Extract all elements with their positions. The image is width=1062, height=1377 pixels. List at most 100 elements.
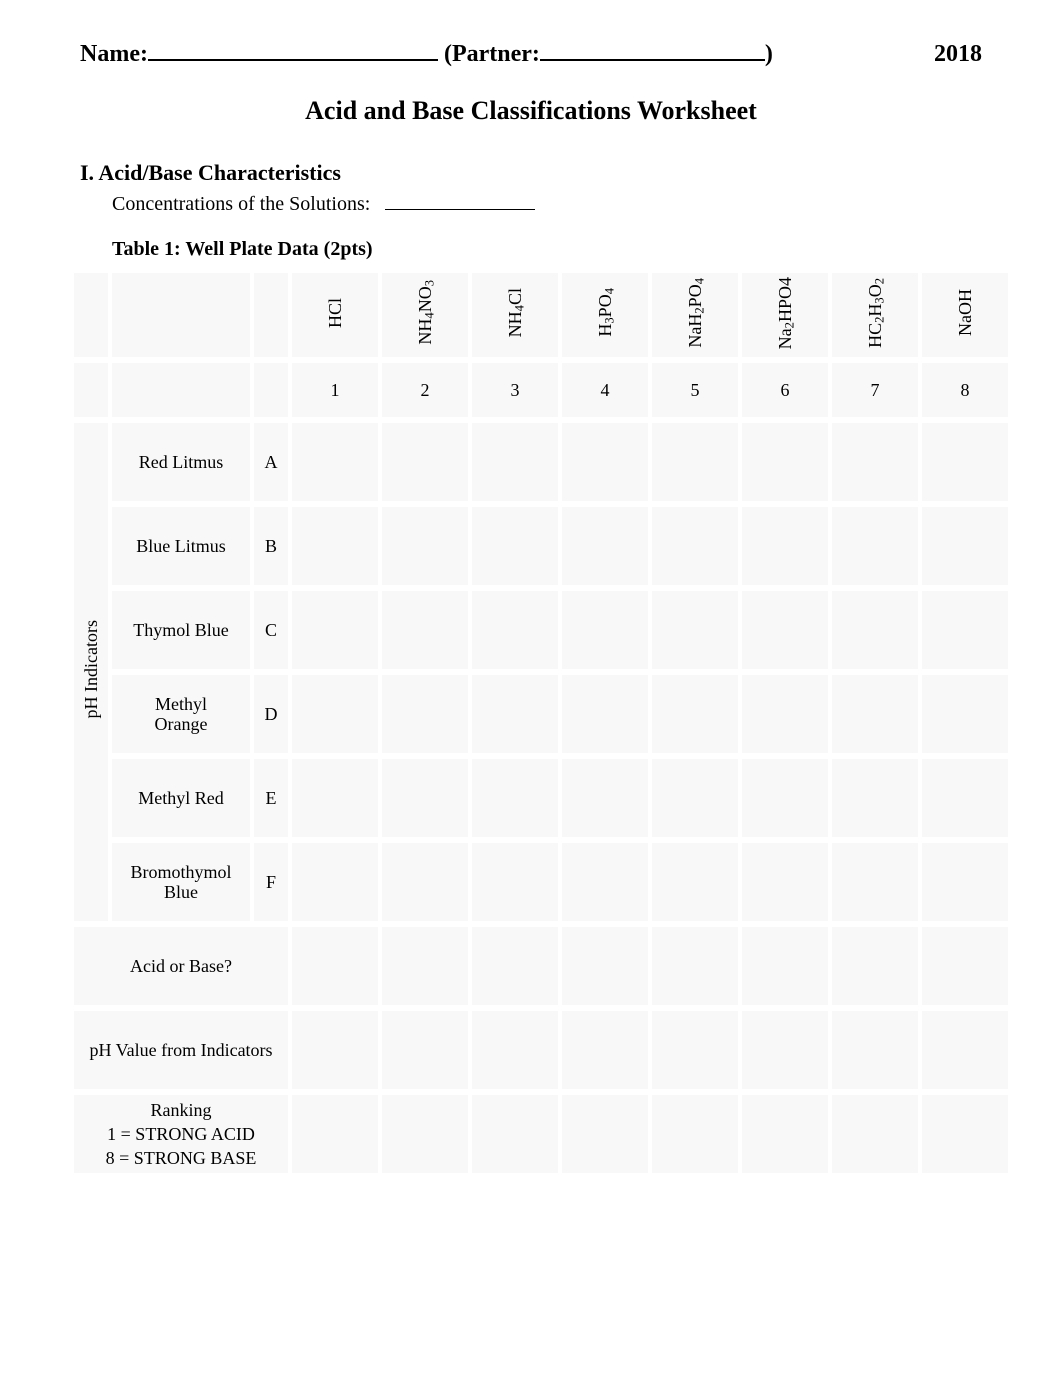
- data-cell[interactable]: [652, 759, 738, 837]
- data-cell[interactable]: [562, 423, 648, 501]
- data-cell[interactable]: [472, 759, 558, 837]
- data-cell[interactable]: [382, 1095, 468, 1173]
- data-cell[interactable]: [382, 927, 468, 1005]
- data-cell[interactable]: [472, 1095, 558, 1173]
- data-cell[interactable]: [292, 591, 378, 669]
- data-cell[interactable]: [472, 675, 558, 753]
- col-header-6: Na2HPO4: [742, 273, 828, 357]
- data-cell[interactable]: [922, 507, 1008, 585]
- indicator-row-label: MethylOrange: [112, 675, 250, 753]
- data-cell[interactable]: [742, 843, 828, 921]
- data-cell[interactable]: [832, 675, 918, 753]
- data-cell[interactable]: [742, 507, 828, 585]
- data-cell[interactable]: [472, 843, 558, 921]
- data-cell[interactable]: [382, 591, 468, 669]
- data-cell[interactable]: [742, 675, 828, 753]
- data-cell[interactable]: [292, 843, 378, 921]
- col-num-6: 6: [742, 363, 828, 417]
- indicator-row-letter: C: [254, 591, 288, 669]
- data-cell[interactable]: [292, 507, 378, 585]
- data-cell[interactable]: [292, 1095, 378, 1173]
- data-cell[interactable]: [562, 675, 648, 753]
- blank-cell: [74, 273, 108, 357]
- data-cell[interactable]: [922, 927, 1008, 1005]
- col-num-4: 4: [562, 363, 648, 417]
- data-cell[interactable]: [472, 927, 558, 1005]
- data-cell[interactable]: [922, 591, 1008, 669]
- indicator-row-letter: F: [254, 843, 288, 921]
- data-cell[interactable]: [652, 927, 738, 1005]
- data-cell[interactable]: [382, 759, 468, 837]
- data-cell[interactable]: [832, 591, 918, 669]
- concentrations-blank[interactable]: [385, 188, 535, 210]
- indicator-row-letter: A: [254, 423, 288, 501]
- data-cell[interactable]: [382, 843, 468, 921]
- partner-label: (Partner:: [444, 41, 540, 68]
- data-cell[interactable]: [652, 675, 738, 753]
- name-label: Name:: [80, 41, 148, 68]
- data-cell[interactable]: [832, 759, 918, 837]
- col-header-5: NaH2PO4: [652, 273, 738, 357]
- data-cell[interactable]: [562, 507, 648, 585]
- data-cell[interactable]: [562, 1095, 648, 1173]
- data-cell[interactable]: [742, 759, 828, 837]
- data-cell[interactable]: [742, 1095, 828, 1173]
- data-cell[interactable]: [382, 423, 468, 501]
- partner-blank[interactable]: [540, 34, 765, 61]
- ranking-row-label: Ranking 1 = STRONG ACID 8 = STRONG BASE: [74, 1095, 288, 1173]
- col-header-7: HC2H3O2: [832, 273, 918, 357]
- data-cell[interactable]: [742, 927, 828, 1005]
- year: 2018: [874, 41, 982, 68]
- col-num-3: 3: [472, 363, 558, 417]
- data-cell[interactable]: [832, 1095, 918, 1173]
- data-cell[interactable]: [922, 759, 1008, 837]
- data-cell[interactable]: [652, 423, 738, 501]
- data-cell[interactable]: [832, 507, 918, 585]
- well-plate-table: HCl NH4NO3 NH4Cl H3PO4 NaH2PO4 Na2HPO4 H…: [70, 267, 1012, 1179]
- data-cell[interactable]: [292, 675, 378, 753]
- data-cell[interactable]: [472, 591, 558, 669]
- data-cell[interactable]: [652, 1095, 738, 1173]
- indicator-row-label: Blue Litmus: [112, 507, 250, 585]
- col-num-2: 2: [382, 363, 468, 417]
- name-blank[interactable]: [148, 34, 438, 61]
- data-cell[interactable]: [382, 507, 468, 585]
- data-cell[interactable]: [562, 927, 648, 1005]
- blank-cell: [254, 363, 288, 417]
- data-cell[interactable]: [382, 1011, 468, 1089]
- data-cell[interactable]: [472, 423, 558, 501]
- data-cell[interactable]: [292, 1011, 378, 1089]
- data-cell[interactable]: [742, 423, 828, 501]
- col-header-1: HCl: [292, 273, 378, 357]
- data-cell[interactable]: [652, 507, 738, 585]
- blank-cell: [254, 273, 288, 357]
- col-num-1: 1: [292, 363, 378, 417]
- data-cell[interactable]: [652, 591, 738, 669]
- data-cell[interactable]: [922, 423, 1008, 501]
- data-cell[interactable]: [922, 1095, 1008, 1173]
- data-cell[interactable]: [472, 1011, 558, 1089]
- data-cell[interactable]: [292, 423, 378, 501]
- data-cell[interactable]: [562, 759, 648, 837]
- data-cell[interactable]: [562, 591, 648, 669]
- data-cell[interactable]: [832, 423, 918, 501]
- data-cell[interactable]: [652, 843, 738, 921]
- concentrations-line: Concentrations of the Solutions:: [112, 188, 982, 216]
- data-cell[interactable]: [922, 675, 1008, 753]
- data-cell[interactable]: [472, 507, 558, 585]
- data-cell[interactable]: [652, 1011, 738, 1089]
- data-cell[interactable]: [292, 927, 378, 1005]
- data-cell[interactable]: [562, 1011, 648, 1089]
- data-cell[interactable]: [832, 927, 918, 1005]
- data-cell[interactable]: [832, 1011, 918, 1089]
- data-cell[interactable]: [832, 843, 918, 921]
- col-num-5: 5: [652, 363, 738, 417]
- data-cell[interactable]: [292, 759, 378, 837]
- data-cell[interactable]: [922, 1011, 1008, 1089]
- data-cell[interactable]: [922, 843, 1008, 921]
- page-title: Acid and Base Classifications Worksheet: [80, 96, 982, 126]
- data-cell[interactable]: [742, 1011, 828, 1089]
- data-cell[interactable]: [382, 675, 468, 753]
- data-cell[interactable]: [742, 591, 828, 669]
- data-cell[interactable]: [562, 843, 648, 921]
